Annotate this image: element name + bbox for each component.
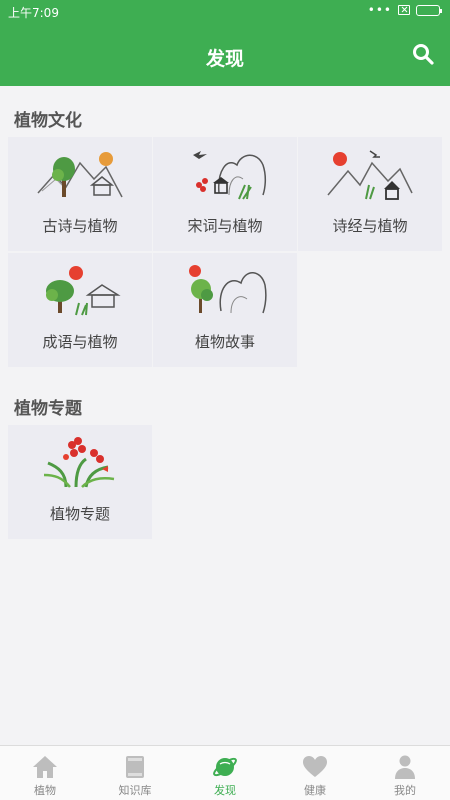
- section-title-plant-topics: 植物专题: [14, 399, 82, 419]
- tile-book-of-songs-plants[interactable]: 诗经与植物: [298, 137, 442, 251]
- tile-ancient-poetry-plants[interactable]: 古诗与植物: [8, 137, 152, 251]
- nav-item-discover[interactable]: 发现: [180, 746, 270, 800]
- nav-item-profile[interactable]: 我的: [360, 746, 450, 800]
- page-title: 发现: [205, 48, 244, 70]
- tile-idioms-plants[interactable]: 成语与植物: [8, 253, 152, 367]
- tile-label: 植物专题: [49, 505, 110, 523]
- app-bar: 发现: [0, 24, 450, 86]
- tree-pavilion-illustration: [46, 266, 121, 316]
- tile-plant-stories[interactable]: 植物故事: [153, 253, 297, 367]
- mountain-tree-illustration: [37, 152, 123, 198]
- nav-item-plants[interactable]: 植物: [0, 746, 90, 800]
- sun-rock-tree-illustration: [189, 265, 267, 314]
- nav-label: 发现: [214, 784, 236, 797]
- nav-label: 我的: [394, 784, 416, 797]
- status-time: 上午7:09: [8, 6, 59, 20]
- planet-icon: [213, 757, 237, 777]
- search-icon[interactable]: [412, 43, 434, 65]
- nav-label: 植物: [34, 784, 56, 797]
- tile-label: 成语与植物: [42, 333, 118, 351]
- book-icon: [126, 756, 144, 778]
- tile-label: 古诗与植物: [42, 217, 118, 235]
- tile-song-ci-plants[interactable]: 宋词与植物: [153, 137, 297, 251]
- sun-house-illustration: [327, 150, 413, 200]
- tile-label: 诗经与植物: [332, 217, 408, 235]
- home-icon: [33, 756, 57, 778]
- berry-bush-illustration: [43, 437, 115, 488]
- nav-item-health[interactable]: 健康: [270, 746, 360, 800]
- tile-plant-topics[interactable]: 植物专题: [8, 425, 152, 539]
- nav-label: 健康: [304, 784, 326, 797]
- bottom-nav: 植物 知识库 发现 健康 我的: [0, 745, 450, 800]
- tile-label: 宋词与植物: [187, 217, 263, 235]
- nav-item-knowledge-base[interactable]: 知识库: [90, 746, 180, 800]
- bird-mountain-illustration: [193, 151, 267, 200]
- status-bar: 上午7:09 •••: [0, 0, 450, 24]
- signal-dots-icon: •••: [367, 3, 392, 17]
- tile-label: 植物故事: [194, 333, 255, 351]
- battery-icon: [416, 4, 442, 16]
- person-icon: [395, 755, 415, 779]
- heart-icon: [303, 756, 327, 777]
- status-icons: •••: [367, 3, 442, 17]
- no-sim-icon: [398, 5, 410, 15]
- nav-label: 知识库: [118, 784, 152, 797]
- section-title-plant-culture: 植物文化: [14, 111, 82, 131]
